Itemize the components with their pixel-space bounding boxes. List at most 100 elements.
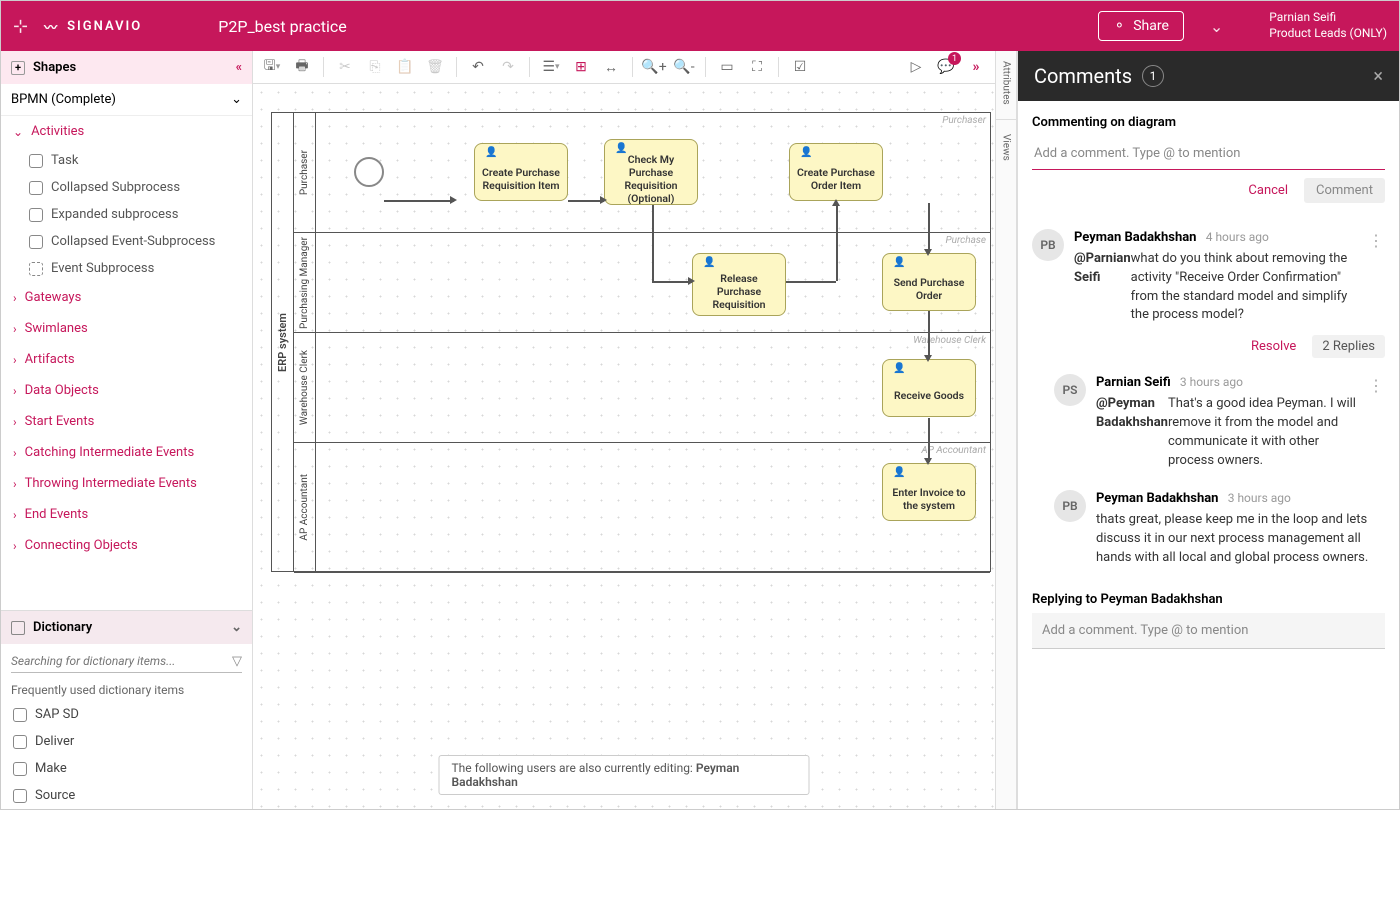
shape-profile-label: BPMN (Complete) (11, 92, 116, 107)
user-task-icon (887, 467, 899, 479)
category-connecting-objects[interactable]: Connecting Objects (1, 530, 252, 561)
shape-profile-select[interactable]: BPMN (Complete) ⌄ (1, 84, 252, 116)
shape-event-subprocess[interactable]: Event Subprocess (1, 255, 252, 282)
add-shape-icon[interactable]: + (11, 61, 25, 75)
mention[interactable]: @Parnian Seifi (1074, 250, 1131, 325)
category-data-objects[interactable]: Data Objects (1, 375, 252, 406)
task-receive-goods[interactable]: Receive Goods (882, 359, 976, 417)
avatar: PB (1032, 229, 1064, 261)
dictionary-search-input[interactable] (11, 650, 232, 672)
collapse-right-icon[interactable]: » (963, 54, 989, 80)
grid-button[interactable]: ⊞ (568, 54, 594, 80)
category-activities-label: Activities (31, 124, 84, 139)
cut-button[interactable]: ✂ (332, 54, 358, 80)
lane-purchaser[interactable]: Purchaser Purchaser Create Purchase Requ… (294, 113, 990, 233)
category-start-events[interactable]: Start Events (1, 406, 252, 437)
dict-item-deliver[interactable]: Deliver (1, 728, 252, 755)
tab-attributes[interactable]: Attributes (1001, 57, 1012, 109)
shape-collapsed-event-subprocess[interactable]: Collapsed Event-Subprocess (1, 228, 252, 255)
diagram-canvas[interactable]: ERP system Purchaser Purchaser Create Pu… (253, 84, 995, 809)
avatar: PS (1054, 374, 1086, 406)
fullscreen-button[interactable]: ⛶ (744, 54, 770, 80)
category-catching-intermediate[interactable]: Catching Intermediate Events (1, 437, 252, 468)
system-icon (13, 708, 27, 722)
redo-button[interactable]: ↷ (495, 54, 521, 80)
task-create-requisition[interactable]: Create Purchase Requisition Item (474, 143, 568, 201)
start-event[interactable] (354, 157, 384, 187)
avatar: PB (1054, 490, 1086, 522)
submit-comment-button[interactable]: Comment (1304, 178, 1385, 203)
expanded-subprocess-icon (29, 208, 43, 222)
undo-button[interactable]: ↶ (465, 54, 491, 80)
category-swimlanes[interactable]: Swimlanes (1, 313, 252, 344)
category-end-events[interactable]: End Events (1, 499, 252, 530)
dict-item-make[interactable]: Make (1, 755, 252, 782)
paste-button[interactable]: 📋 (392, 54, 418, 80)
dictionary-header[interactable]: Dictionary ⌄ (1, 610, 252, 644)
task-check-requisition[interactable]: Check My Purchase Requisition (Optional) (604, 139, 698, 205)
comment-menu-icon[interactable]: ⋮ (1368, 229, 1385, 252)
category-throwing-intermediate[interactable]: Throwing Intermediate Events (1, 468, 252, 499)
cancel-comment-button[interactable]: Cancel (1238, 178, 1298, 203)
comment-body: thats great, please keep me in the loop … (1096, 511, 1385, 568)
zoom-in-button[interactable]: 🔍+ (641, 54, 667, 80)
comment-time: 4 hours ago (1206, 230, 1269, 244)
share-label: Share (1133, 18, 1169, 34)
save-button[interactable]: 🖫 (259, 54, 285, 80)
bpmn-pool[interactable]: ERP system Purchaser Purchaser Create Pu… (271, 112, 991, 572)
mention[interactable]: @Peyman Badakhshan (1096, 395, 1168, 470)
reply-input[interactable]: Add a comment. Type @ to mention (1032, 613, 1385, 649)
collapsed-subprocess-icon (29, 181, 43, 195)
dictionary-label: Dictionary (33, 620, 92, 635)
task-create-po[interactable]: Create Purchase Order Item (789, 143, 883, 201)
lane-title-manager: Purchasing Manager (294, 233, 316, 332)
dict-item-source[interactable]: Source (1, 782, 252, 809)
validate-button[interactable]: ☑ (787, 54, 813, 80)
comment-item: PB ⋮ Peyman Badakhshan 4 hours ago @Parn… (1032, 219, 1385, 335)
tab-views[interactable]: Views (1001, 130, 1012, 165)
resolve-button[interactable]: Resolve (1245, 335, 1302, 358)
user-menu[interactable]: Parnian Seifi Product Leads (ONLY) (1269, 10, 1387, 41)
event-subprocess-icon (29, 262, 43, 276)
comment-menu-icon[interactable]: ⋮ (1368, 374, 1385, 397)
lane-ap[interactable]: AP Accountant AP Accountant Enter Invoic… (294, 443, 990, 573)
editor-center: 🖫 🖶 ✂ ⎘ 📋 🗑 ↶ ↷ ☰ ⊞ ↔ 🔍+ 🔍- ▭ ⛶ (253, 51, 995, 809)
dictionary-icon (11, 621, 25, 635)
dict-item-sap-sd[interactable]: SAP SD (1, 701, 252, 728)
brand-logo-icon: 〰 (44, 17, 59, 36)
comments-title: Comments (1034, 64, 1132, 88)
share-icon: ⚬ (1113, 18, 1125, 34)
category-artifacts[interactable]: Artifacts (1, 344, 252, 375)
category-activities[interactable]: Activities (1, 116, 252, 147)
lane-purchasing-manager[interactable]: Purchasing Manager Purchase Release Purc… (294, 233, 990, 333)
filter-icon[interactable]: ▽ (232, 654, 242, 669)
fit-button[interactable]: ▭ (714, 54, 740, 80)
lane-warehouse[interactable]: Warehouse Clerk Warehouse Clerk Receive … (294, 333, 990, 443)
collapse-sidebar-icon[interactable]: « (236, 60, 242, 75)
category-gateways[interactable]: Gateways (1, 282, 252, 313)
copy-button[interactable]: ⎘ (362, 54, 388, 80)
user-menu-chevron-icon[interactable]: ⌄ (1210, 17, 1223, 36)
commenting-on-label: Commenting on diagram (1032, 115, 1385, 130)
lane-label-purchaser: Purchaser (942, 115, 986, 126)
spacing-button[interactable]: ↔ (598, 54, 624, 80)
new-comment-input[interactable]: Add a comment. Type @ to mention (1032, 138, 1385, 170)
lane-label-manager: Purchase (945, 235, 986, 246)
comments-toggle-button[interactable]: 💬1 (933, 54, 959, 80)
task-send-po[interactable]: Send Purchase Order (882, 253, 976, 311)
play-button[interactable]: ▷ (903, 54, 929, 80)
task-enter-invoice[interactable]: Enter Invoice to the system (882, 463, 976, 521)
nav-icon[interactable]: ⊹ (13, 16, 28, 37)
close-comments-button[interactable]: × (1373, 66, 1383, 87)
share-button[interactable]: ⚬ Share (1098, 11, 1183, 41)
shape-task[interactable]: Task (1, 147, 252, 174)
shape-expanded-subprocess[interactable]: Expanded subprocess (1, 201, 252, 228)
zoom-out-button[interactable]: 🔍- (671, 54, 697, 80)
align-button[interactable]: ☰ (538, 54, 564, 80)
delete-button[interactable]: 🗑 (422, 54, 448, 80)
print-button[interactable]: 🖶 (289, 54, 315, 80)
task-release-requisition[interactable]: Release Purchase Requisition (692, 253, 786, 316)
replies-toggle[interactable]: 2 Replies (1312, 335, 1385, 358)
replying-to-label: Replying to Peyman Badakhshan (1032, 592, 1385, 607)
shape-collapsed-subprocess[interactable]: Collapsed Subprocess (1, 174, 252, 201)
